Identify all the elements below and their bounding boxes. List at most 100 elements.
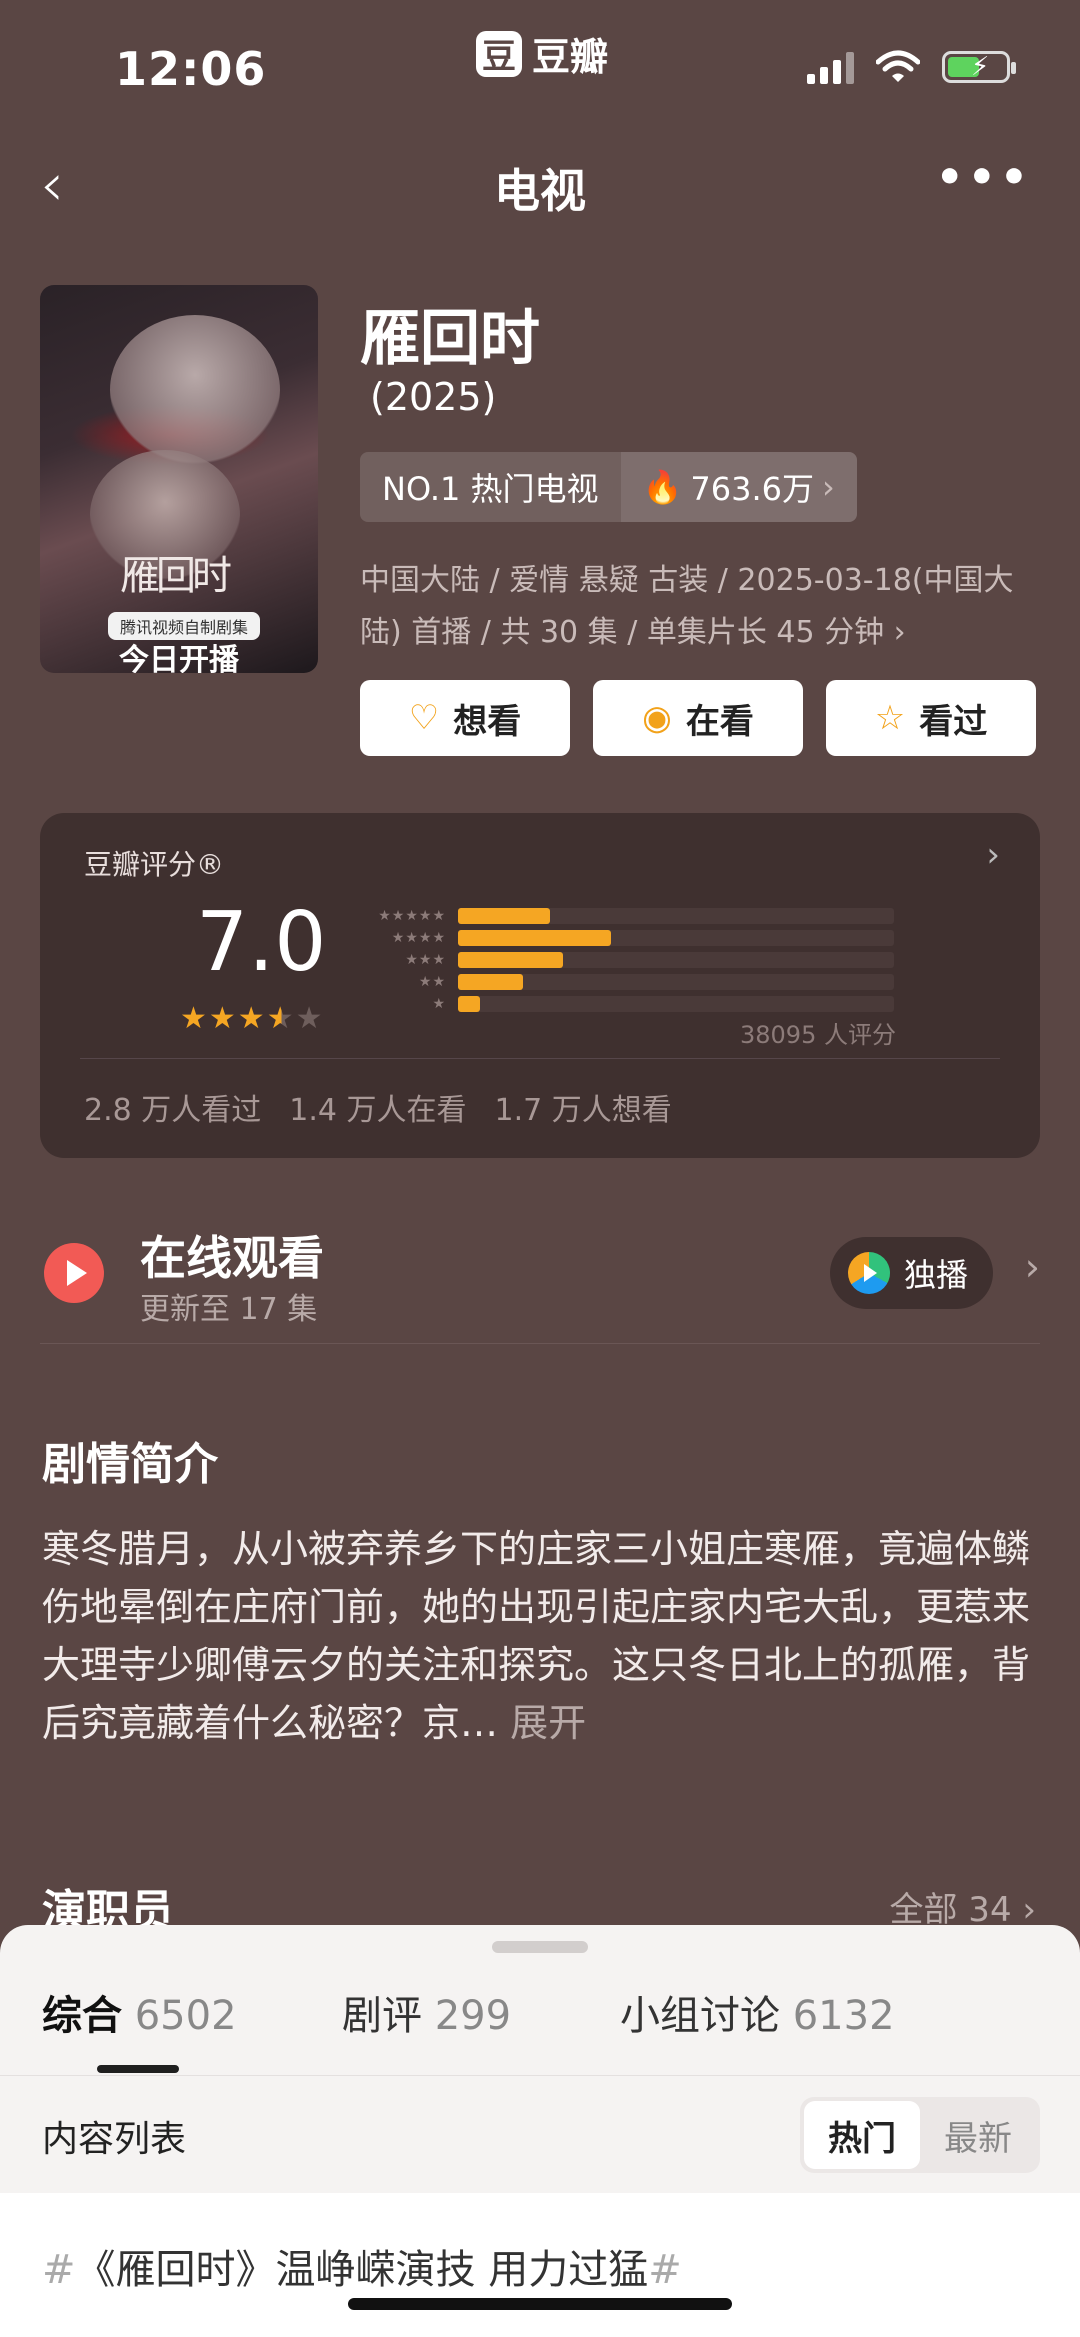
post-title[interactable]: #《雁回时》温峥嵘演技 用力过猛# [42, 2237, 682, 2295]
tab-label: 小组讨论 [620, 1993, 780, 2039]
rating-bar-fill [458, 996, 480, 1012]
app-badge: 豆 豆瓣 [476, 26, 608, 81]
expand-link[interactable]: 展开 [510, 1701, 586, 1745]
rating-distribution-row: ★★ [350, 971, 894, 993]
rating-row-stars: ★★★ [405, 952, 446, 968]
want-count: 1.7 万人想看 [494, 1093, 672, 1128]
cast-all-link[interactable]: 全部 34 › [890, 1882, 1037, 1931]
star-icon: ☆ [874, 698, 906, 738]
rating-bar-track [458, 996, 894, 1012]
heat-value-box: 🔥 763.6万 › [620, 452, 857, 522]
chevron-right-icon[interactable]: › [1025, 1245, 1040, 1289]
flame-icon: 🔥 [642, 468, 683, 506]
show-meta[interactable]: 中国大陆 / 爱情 悬疑 古装 / 2025-03-18(中国大陆) 首播 / … [360, 555, 1040, 659]
sheet-handle[interactable] [492, 1941, 588, 1953]
watching-button[interactable]: ◉ 在看 [593, 680, 803, 756]
exclusive-platform-button[interactable]: 独播 [830, 1237, 993, 1309]
more-icon[interactable]: ••• [936, 152, 1032, 203]
watched-label: 看过 [919, 701, 988, 742]
divider [0, 2075, 1080, 2076]
rating-bar-track [458, 930, 894, 946]
target-icon: ◉ [642, 698, 672, 738]
sort-toggle: 热门 最新 [800, 2097, 1040, 2173]
poster-calligraphy: 雁回时 [120, 553, 232, 599]
rating-stars: ★★★★★ [180, 1001, 325, 1036]
action-buttons: ♡ 想看 ◉ 在看 ☆ 看过 [360, 680, 1036, 756]
chevron-right-icon: › [822, 468, 835, 506]
hashtag-open: # [42, 2247, 76, 2293]
watching-count: 1.4 万人在看 [289, 1093, 467, 1128]
rating-bar-track [458, 952, 894, 968]
tab-label: 剧评 [342, 1993, 422, 2039]
sort-hot-button[interactable]: 热门 [804, 2101, 920, 2169]
rating-distribution-row: ★★★★ [350, 927, 894, 949]
status-icons: ⚡ [807, 50, 1016, 84]
tencent-video-icon [848, 1252, 890, 1294]
home-indicator[interactable] [348, 2298, 732, 2310]
rank-label: NO.1 热门电视 [360, 452, 621, 522]
chevron-right-icon: › [986, 835, 1000, 875]
rating-bar-track [458, 908, 894, 924]
chevron-right-icon: › [1022, 1890, 1036, 1930]
tab-reviews[interactable]: 剧评 299 [342, 1983, 511, 2041]
rating-count: 38095 人评分 [740, 1021, 896, 1049]
douban-logo-icon: 豆 [476, 30, 522, 77]
heart-plus-icon: ♡ [408, 698, 440, 738]
rating-bar-track [458, 974, 894, 990]
show-year: (2025) [370, 375, 497, 419]
rating-stats: 2.8 万人看过 1.4 万人在看 1.7 万人想看 [84, 1085, 672, 1129]
post-title-text: 《雁回时》温峥嵘演技 用力过猛 [75, 2247, 649, 2293]
battery-icon: ⚡ [942, 51, 1016, 83]
exclusive-label: 独播 [904, 1256, 969, 1294]
rating-bar-fill [458, 974, 524, 990]
rating-distribution: ★★★★★ ★★★★ ★★★ ★★ ★ [350, 905, 894, 1015]
synopsis-text: 寒冬腊月，从小被弃养乡下的庄家三小姐庄寒雁，竟遍体鳞伤地晕倒在庄府门前，她的出现… [42, 1520, 1042, 1752]
rating-row-stars: ★ [432, 996, 446, 1012]
rating-row-stars: ★★★★★ [378, 908, 446, 924]
want-button[interactable]: ♡ 想看 [360, 680, 570, 756]
synopsis-title: 剧情简介 [42, 1439, 218, 1490]
tab-count: 299 [434, 1993, 512, 2039]
chevron-right-icon: › [893, 615, 906, 650]
rank-badge[interactable]: NO.1 热门电视 🔥 763.6万 › [360, 452, 857, 522]
divider [80, 1058, 1000, 1059]
rating-label: 豆瓣评分® [84, 848, 225, 881]
show-title: 雁回时 [360, 304, 540, 374]
tab-count: 6502 [134, 1993, 237, 2039]
watch-online-title[interactable]: 在线观看 [140, 1222, 324, 1288]
show-meta-text: 中国大陆 / 爱情 悬疑 古装 / 2025-03-18(中国大陆) 首播 / … [360, 563, 1014, 650]
app-name: 豆瓣 [532, 35, 609, 79]
rating-distribution-row: ★★★ [350, 949, 894, 971]
poster-image[interactable]: 雁回时 腾讯视频自制剧集 今日开播 [40, 285, 318, 673]
rating-distribution-row: ★ [350, 993, 894, 1015]
rating-row-stars: ★★★★ [391, 930, 446, 946]
page-title: 电视 [494, 164, 586, 218]
cast-all-label: 全部 34 [889, 1890, 1012, 1930]
tab-overall[interactable]: 综合 6502 [42, 1983, 237, 2041]
rating-distribution-row: ★★★★★ [350, 905, 894, 927]
tab-group-discussion[interactable]: 小组讨论 6132 [620, 1983, 895, 2041]
poster-premiere: 今日开播 [119, 643, 239, 673]
content-list-label: 内容列表 [42, 2119, 187, 2160]
play-icon[interactable] [44, 1243, 104, 1303]
divider [40, 1343, 1040, 1344]
watched-button[interactable]: ☆ 看过 [826, 680, 1036, 756]
sort-new-button[interactable]: 最新 [920, 2101, 1036, 2169]
rating-row-stars: ★★ [418, 974, 446, 990]
watched-count: 2.8 万人看过 [84, 1093, 262, 1128]
watch-online-subtitle: 更新至 17 集 [140, 1292, 318, 1327]
rating-card[interactable]: 豆瓣评分® › 7.0 ★★★★★ ★★★★★ ★★★★ ★★★ ★★ ★ 38095 … [40, 813, 1040, 1158]
active-tab-indicator [97, 2065, 179, 2073]
wifi-icon [876, 50, 920, 82]
status-time: 12:06 [115, 42, 267, 96]
rating-bar-fill [458, 952, 563, 968]
tab-count: 6132 [792, 1993, 895, 2039]
rating-bar-fill [458, 908, 550, 924]
heat-value: 763.6万 [690, 470, 815, 508]
tab-label: 综合 [42, 1993, 122, 2039]
signal-icon [807, 50, 854, 84]
rating-score: 7.0 [196, 895, 327, 990]
want-label: 想看 [453, 701, 522, 742]
hashtag-close: # [648, 2247, 682, 2293]
watching-label: 在看 [685, 701, 754, 742]
